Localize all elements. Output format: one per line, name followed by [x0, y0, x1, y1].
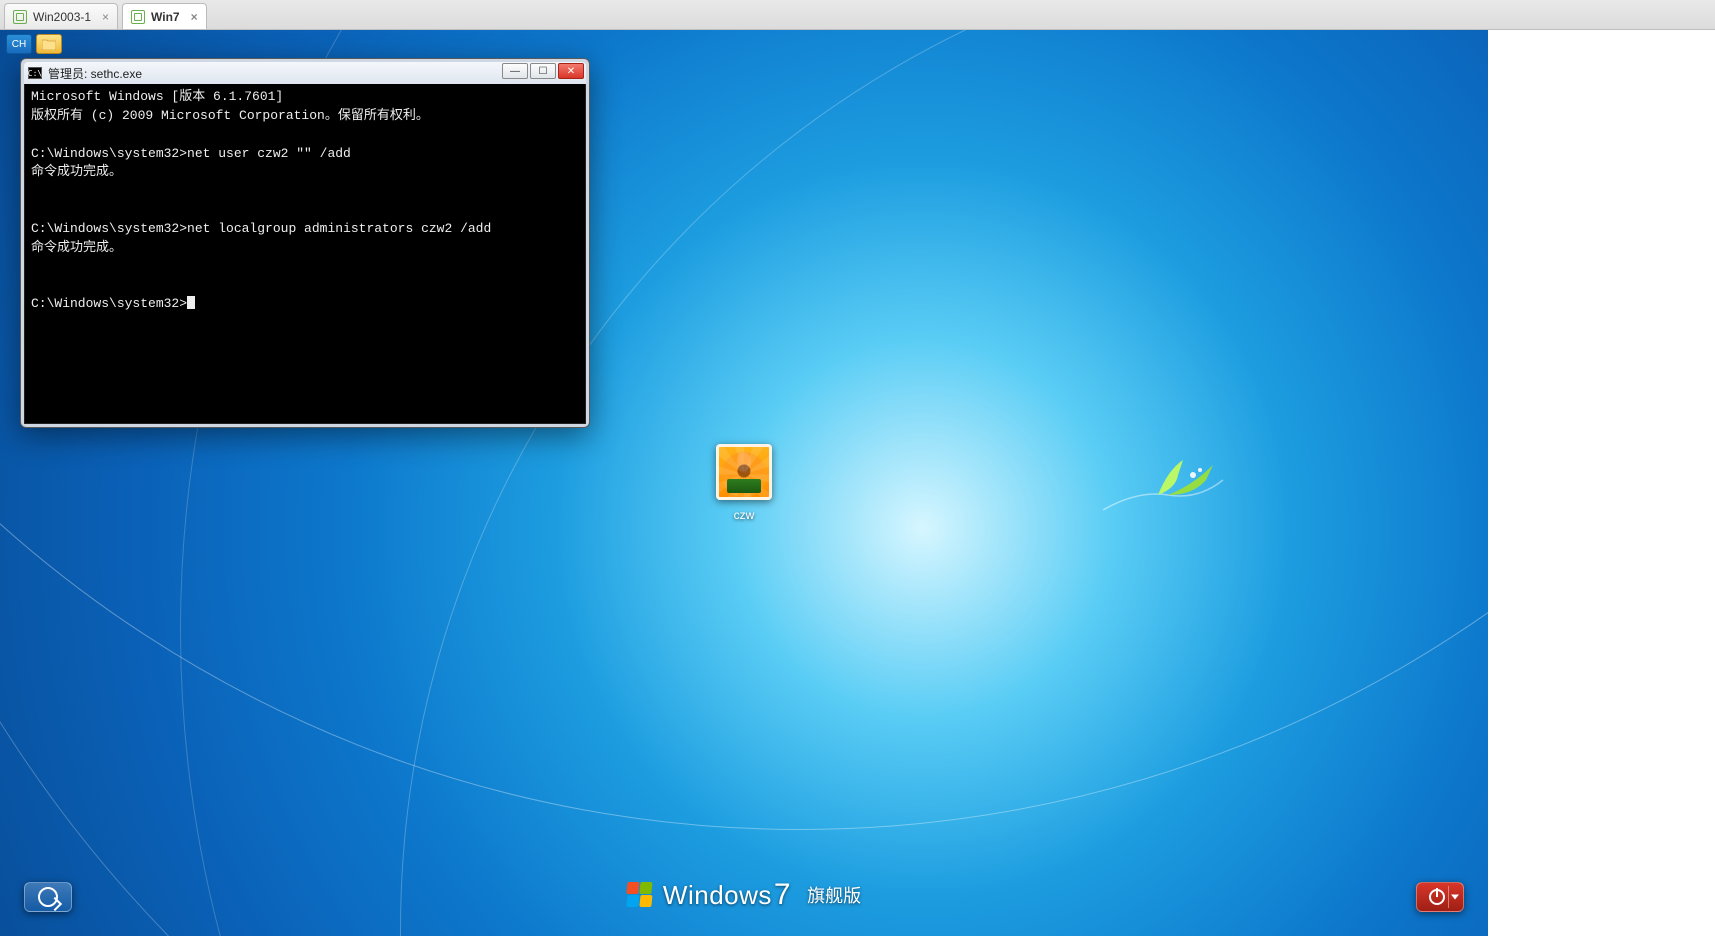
branding-text: Windows7 — [663, 878, 791, 912]
close-icon[interactable]: × — [191, 10, 198, 24]
windows-logo-icon — [627, 882, 653, 908]
vm-tab-win2003[interactable]: Win2003-1 × — [4, 3, 118, 29]
ease-of-access-button[interactable] — [24, 882, 72, 912]
vm-tab-label: Win2003-1 — [33, 10, 91, 24]
cmd-titlebar[interactable]: C:\ 管理员: sethc.exe — ☐ ✕ — [24, 62, 586, 84]
user-avatar — [716, 444, 772, 500]
maximize-button[interactable]: ☐ — [530, 63, 556, 79]
user-tile[interactable]: czw — [716, 444, 772, 522]
accessibility-icon — [38, 887, 58, 907]
folder-icon — [42, 38, 56, 50]
console-line: 命令成功完成。 — [31, 240, 122, 255]
guest-desktop: CH C:\ 管理员: sethc.exe — ☐ ✕ Microsoft Wi… — [0, 30, 1488, 936]
console-line: Microsoft Windows [版本 6.1.7601] — [31, 89, 283, 104]
power-button[interactable] — [1416, 882, 1464, 912]
language-label: CH — [12, 39, 26, 50]
cmd-window[interactable]: C:\ 管理员: sethc.exe — ☐ ✕ Microsoft Windo… — [20, 58, 590, 428]
user-name: czw — [716, 508, 772, 522]
minimize-button[interactable]: — — [502, 63, 528, 79]
pinned-toolbar: CH — [6, 34, 62, 54]
explorer-button[interactable] — [36, 34, 62, 54]
cmd-console[interactable]: Microsoft Windows [版本 6.1.7601] 版权所有 (c)… — [24, 84, 586, 424]
console-line: C:\Windows\system32>net localgroup admin… — [31, 221, 491, 236]
window-buttons: — ☐ ✕ — [502, 63, 584, 79]
edition-label: 旗舰版 — [807, 882, 861, 908]
console-line: C:\Windows\system32> — [31, 296, 187, 311]
close-icon[interactable]: × — [102, 10, 109, 24]
blank-gutter — [1488, 30, 1715, 936]
chevron-down-icon — [1451, 895, 1459, 900]
console-line: 命令成功完成。 — [31, 164, 122, 179]
decorative-plant — [1098, 440, 1228, 535]
vm-tabstrip: Win2003-1 × Win7 × — [0, 0, 1715, 30]
product-name: Windows — [663, 880, 772, 910]
vm-icon — [13, 10, 27, 24]
vm-icon — [131, 10, 145, 24]
cmd-title: 管理员: sethc.exe — [48, 65, 142, 82]
vm-tab-win7[interactable]: Win7 × — [122, 3, 207, 29]
windows-branding: Windows7 旗舰版 — [627, 878, 861, 912]
product-version: 7 — [774, 878, 791, 911]
cmd-icon: C:\ — [28, 67, 42, 79]
close-button[interactable]: ✕ — [558, 63, 584, 79]
language-indicator[interactable]: CH — [6, 34, 32, 54]
cursor — [187, 296, 195, 309]
console-line: C:\Windows\system32>net user czw2 "" /ad… — [31, 146, 351, 161]
vm-tab-label: Win7 — [151, 10, 180, 24]
console-line: 版权所有 (c) 2009 Microsoft Corporation。保留所有… — [31, 108, 429, 123]
power-icon — [1429, 889, 1445, 905]
